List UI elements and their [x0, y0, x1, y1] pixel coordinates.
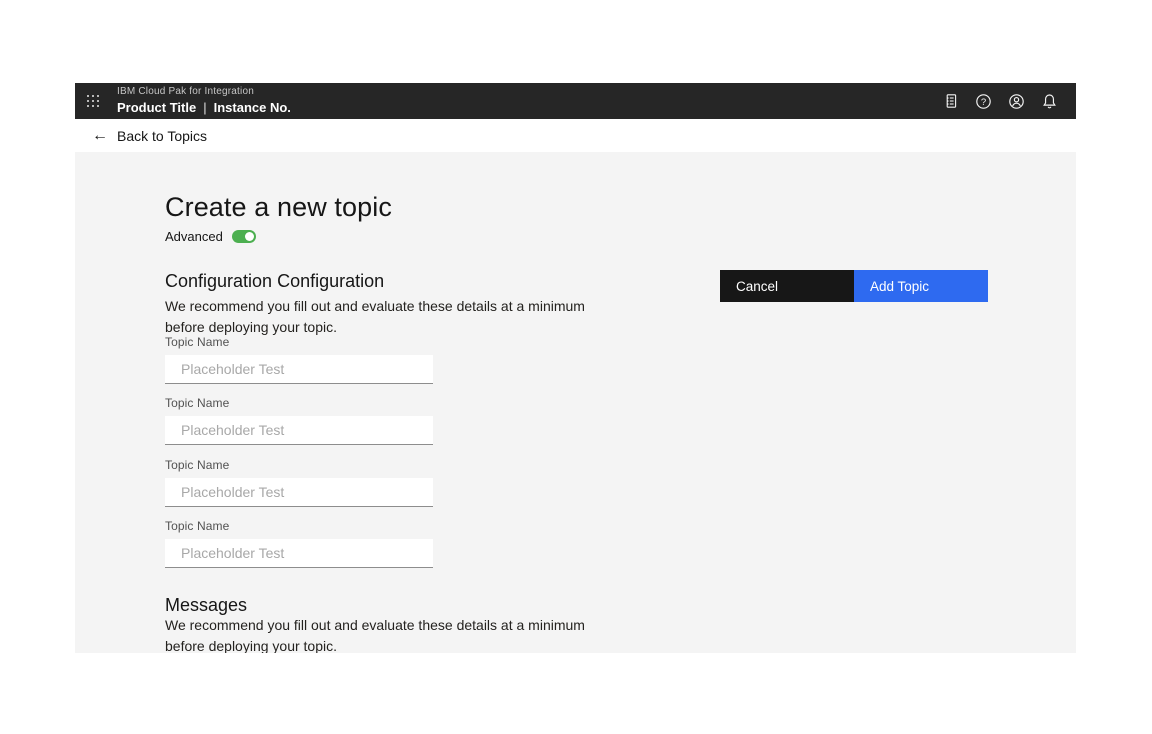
- svg-text:?: ?: [981, 96, 986, 107]
- back-nav-row: ← Back to Topics: [75, 119, 1076, 152]
- arrow-left-icon: ←: [92, 128, 108, 144]
- advanced-toggle[interactable]: [232, 230, 256, 243]
- topic-name-input-2[interactable]: [165, 416, 433, 445]
- user-avatar-icon: [1008, 93, 1025, 110]
- back-to-topics-label: Back to Topics: [117, 128, 207, 144]
- catalog-button[interactable]: [934, 83, 967, 119]
- help-icon: ?: [975, 93, 992, 110]
- page-canvas: IBM Cloud Pak for Integration Product Ti…: [0, 0, 1152, 734]
- notifications-bell-icon: [1041, 93, 1058, 110]
- title-divider: |: [203, 100, 206, 115]
- product-eyebrow: IBM Cloud Pak for Integration: [117, 86, 291, 99]
- product-brand: IBM Cloud Pak for Integration Product Ti…: [117, 86, 291, 116]
- app-header: IBM Cloud Pak for Integration Product Ti…: [75, 83, 1076, 119]
- page-title: Create a new topic: [165, 192, 392, 223]
- advanced-toggle-row: Advanced: [165, 229, 256, 244]
- product-title: Product Title: [117, 100, 196, 115]
- topic-name-field-group: Topic Name: [165, 335, 433, 384]
- notifications-button[interactable]: [1033, 83, 1066, 119]
- topic-name-label: Topic Name: [165, 458, 433, 472]
- help-button[interactable]: ?: [967, 83, 1000, 119]
- instance-name: Instance No.: [214, 100, 291, 115]
- messages-section-description: We recommend you fill out and evaluate t…: [165, 615, 617, 653]
- topic-name-label: Topic Name: [165, 519, 433, 533]
- topic-name-input-4[interactable]: [165, 539, 433, 568]
- header-actions: ?: [934, 83, 1076, 119]
- form-actions: Cancel Add Topic: [720, 270, 988, 302]
- app-switcher-button[interactable]: [75, 83, 111, 119]
- advanced-toggle-label: Advanced: [165, 229, 223, 244]
- topic-name-input-3[interactable]: [165, 478, 433, 507]
- configuration-section-heading: Configuration Configuration: [165, 271, 384, 292]
- topic-name-label: Topic Name: [165, 396, 433, 410]
- cancel-button[interactable]: Cancel: [720, 270, 854, 302]
- app-switcher-icon: [87, 95, 100, 108]
- create-topic-panel: Create a new topic Advanced Cancel Add T…: [75, 152, 1076, 653]
- user-avatar-button[interactable]: [1000, 83, 1033, 119]
- toggle-knob: [245, 232, 254, 241]
- topic-name-field-group: Topic Name: [165, 519, 433, 568]
- topic-name-input-1[interactable]: [165, 355, 433, 384]
- topic-name-field-group: Topic Name: [165, 458, 433, 507]
- messages-section-heading: Messages: [165, 595, 247, 616]
- back-to-topics-link[interactable]: ← Back to Topics: [92, 128, 207, 144]
- topic-name-label: Topic Name: [165, 335, 433, 349]
- configuration-section-description: We recommend you fill out and evaluate t…: [165, 296, 617, 338]
- add-topic-button[interactable]: Add Topic: [854, 270, 988, 302]
- product-title-line: Product Title | Instance No.: [117, 100, 291, 116]
- topic-name-field-group: Topic Name: [165, 396, 433, 445]
- catalog-icon: [943, 93, 959, 109]
